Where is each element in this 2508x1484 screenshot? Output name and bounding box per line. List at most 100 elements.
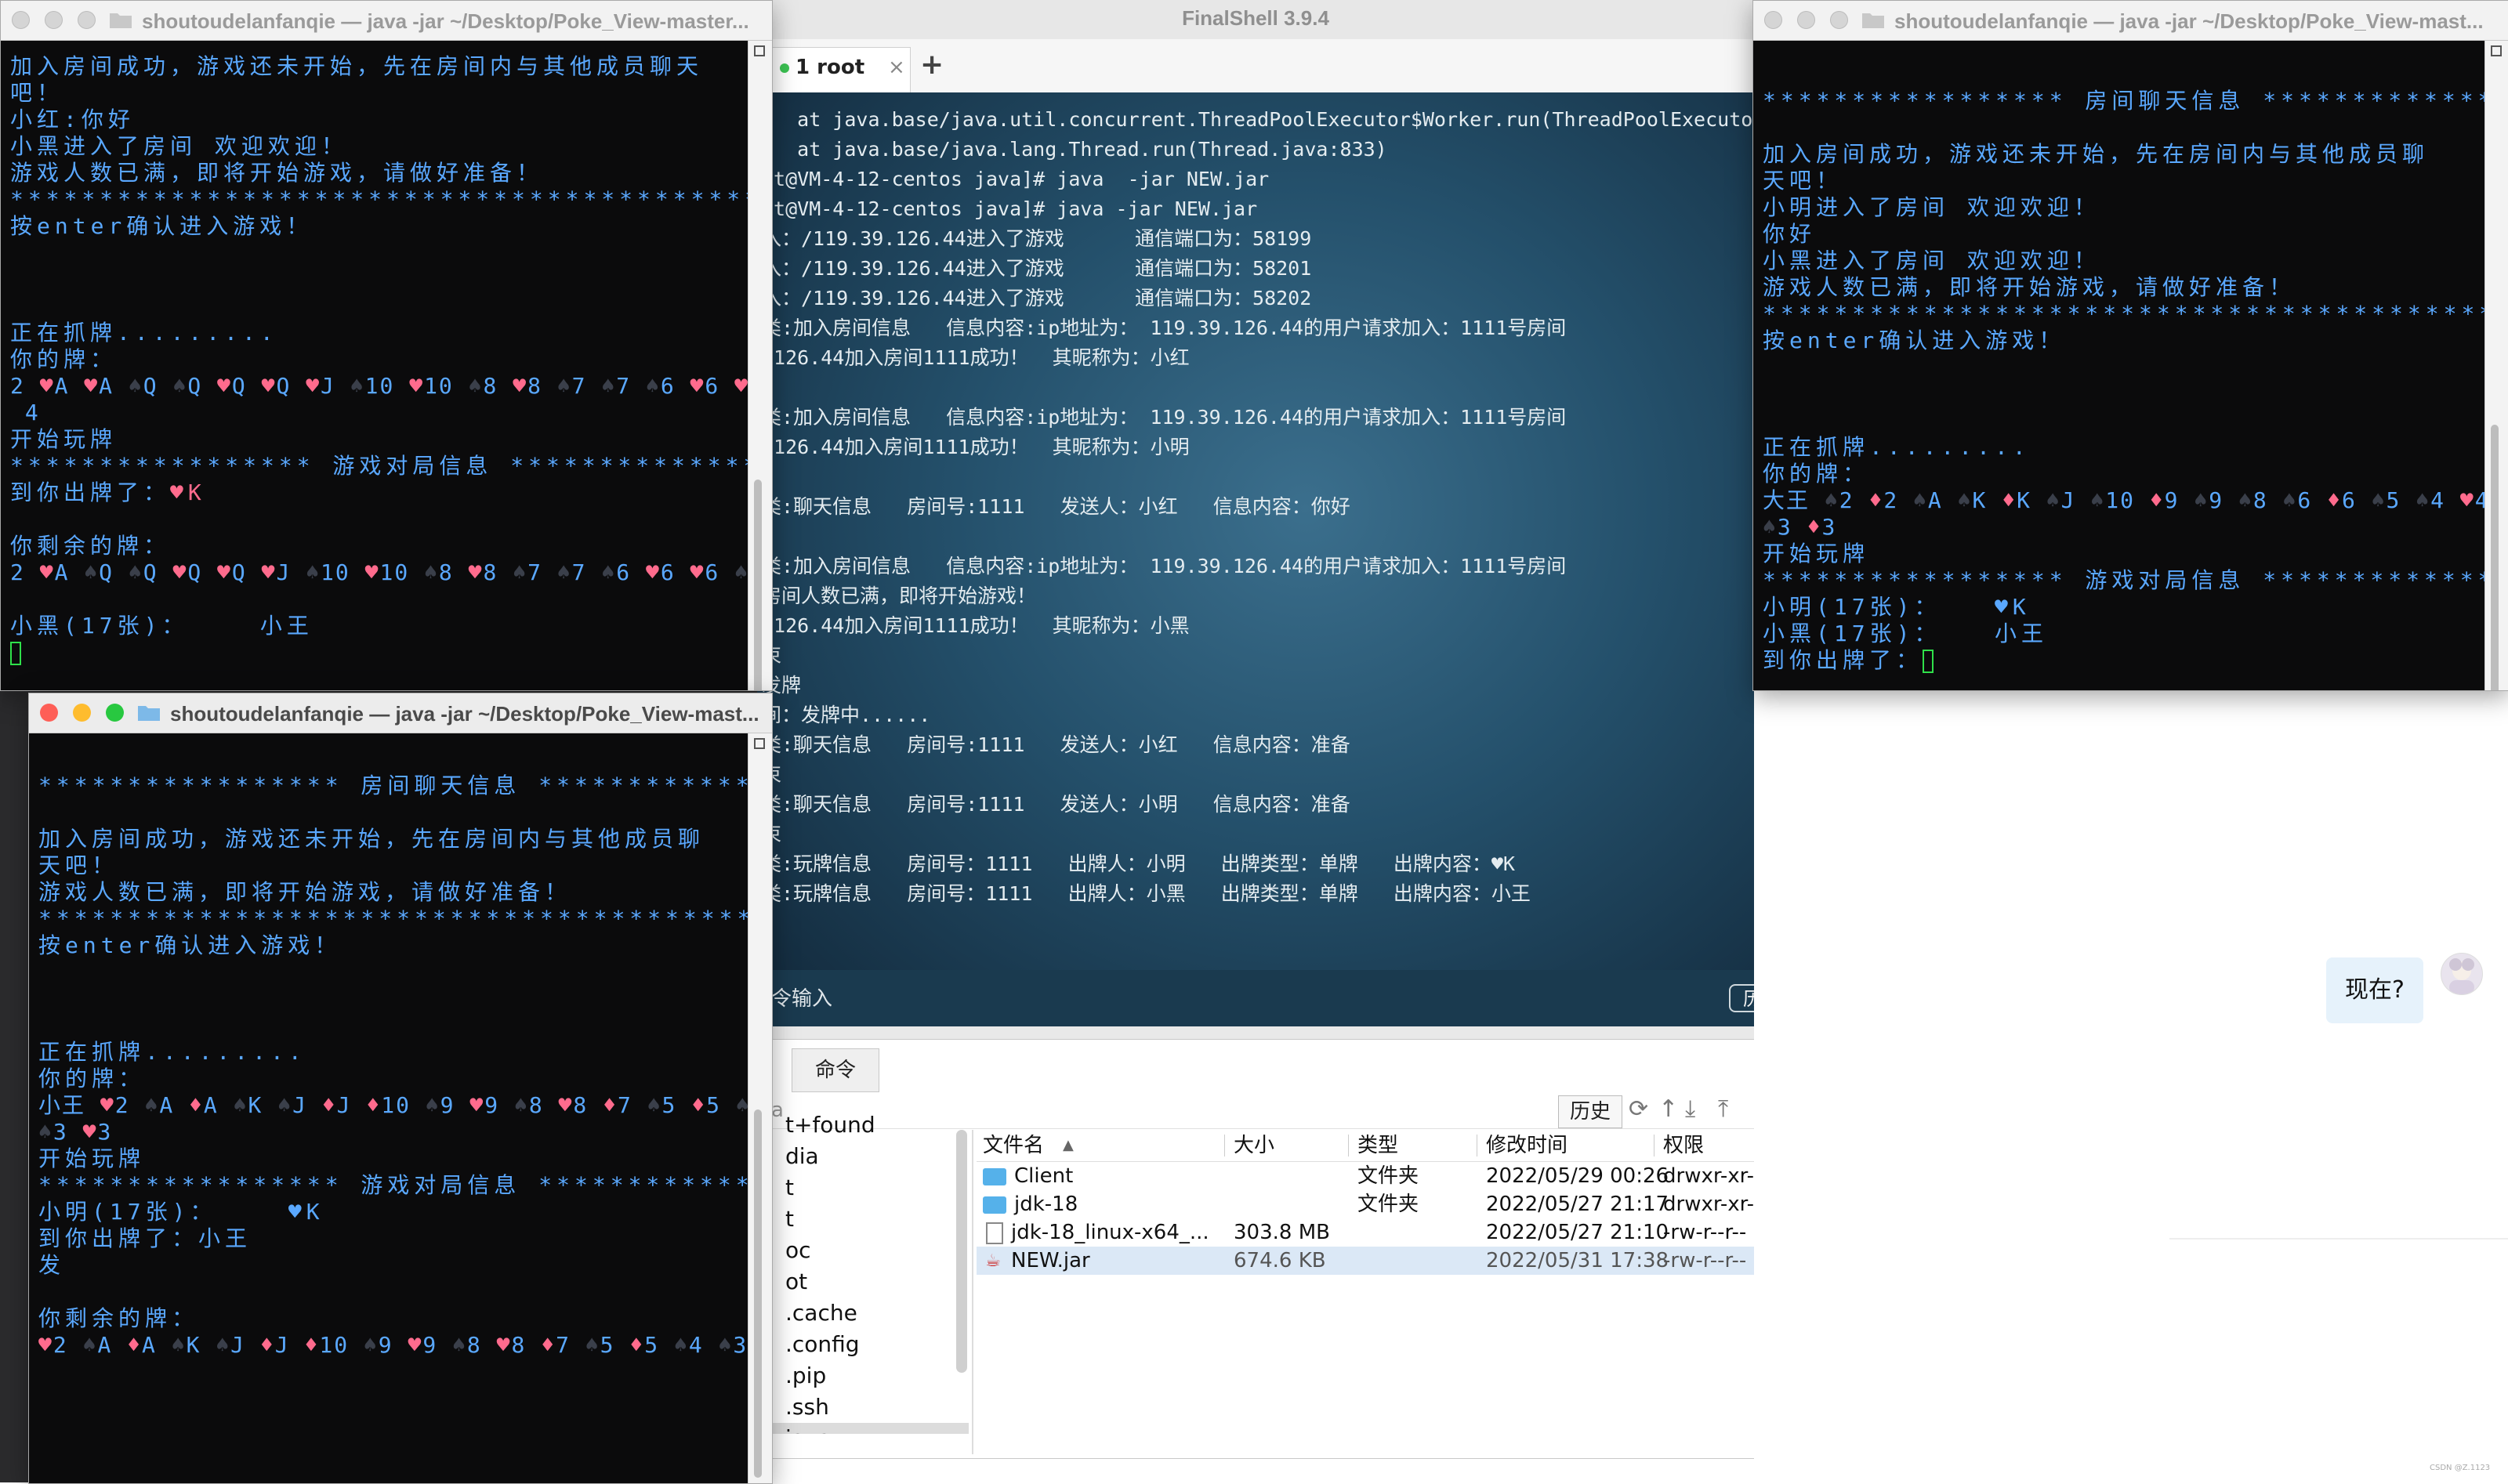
terminal-line: 类:加入房间信息 信息内容:ip地址为： 119.39.126.44的用户请求加… xyxy=(762,317,1567,339)
text-line: 到你出牌了： xyxy=(10,480,171,505)
text-line: 你的牌： xyxy=(38,1066,146,1091)
text-line: 按enter确认进入游戏！ xyxy=(1763,328,2066,353)
close-window-icon[interactable] xyxy=(40,704,58,722)
tree-item[interactable]: .cache xyxy=(768,1298,969,1329)
column-header[interactable]: 权限 xyxy=(1663,1130,1704,1161)
cards-line: 2 ♥A ♥A ♠Q ♠Q ♥Q ♥Q ♥J ♠10 ♥10 ♠8 ♥8 ♠7 … xyxy=(10,373,748,399)
tree-item[interactable]: t xyxy=(768,1203,969,1235)
terminal-line: 发牌 xyxy=(762,674,802,697)
column-header[interactable]: 类型 xyxy=(1357,1130,1398,1161)
column-header[interactable]: 文件名 xyxy=(983,1130,1044,1161)
tree-item[interactable]: .config xyxy=(768,1329,969,1360)
zoom-window-icon[interactable] xyxy=(78,11,96,29)
close-tab-icon[interactable]: × xyxy=(888,56,905,79)
file-type: 文件夹 xyxy=(1357,1193,1419,1216)
file-name: jdk-18_linux-x64_... xyxy=(1011,1221,1209,1244)
tree-item[interactable]: t xyxy=(768,1172,969,1203)
scroll-thumb[interactable] xyxy=(2491,425,2499,690)
tree-item[interactable]: oc xyxy=(768,1235,969,1266)
file-mtime: 2022/05/29 00:26 xyxy=(1486,1164,1669,1188)
terminal-window-right[interactable]: shoutoudelanfanqie — java -jar ~/Desktop… xyxy=(1752,0,2508,691)
connected-status-icon xyxy=(780,63,789,73)
cursor xyxy=(10,642,21,665)
tree-item[interactable]: .pip xyxy=(768,1360,969,1392)
text-line: ***************** 房间聊天信息 ***************… xyxy=(1763,88,2485,114)
tree-item[interactable]: dia xyxy=(768,1141,969,1172)
scrollbar[interactable] xyxy=(2484,41,2508,690)
terminal-window-left-top[interactable]: shoutoudelanfanqie — java -jar ~/Desktop… xyxy=(0,0,773,691)
text-line: ****************************************… xyxy=(38,906,748,932)
session-tab[interactable]: 1 root × xyxy=(770,47,911,92)
tree-item[interactable]: ot xyxy=(768,1266,969,1298)
terminal-line: 入：/119.39.126.44进入了游戏 通信端口为：58199 xyxy=(762,227,1312,250)
column-separator[interactable] xyxy=(1348,1135,1349,1156)
text-line: 按enter确认进入游戏！ xyxy=(38,932,342,958)
refresh-icon[interactable]: ⟳ xyxy=(1629,1095,1648,1123)
command-input-bar: 令输入 历史 选项 ⚡ ⧉ ⎘ ⌕ ⚙ ↓ ▭ xyxy=(757,970,2106,1026)
minimize-window-icon[interactable] xyxy=(1797,11,1815,29)
window-titlebar[interactable]: shoutoudelanfanqie — java -jar ~/Desktop… xyxy=(29,693,772,733)
finalshell-terminal[interactable]: at java.base/java.util.concurrent.Thread… xyxy=(757,92,1754,1017)
tree-scrollbar[interactable] xyxy=(956,1130,967,1373)
terminal-line: 入：/119.39.126.44进入了游戏 通信端口为：58201 xyxy=(762,257,1312,280)
file-perm: -rw-r--r-- xyxy=(1663,1249,1747,1272)
text-line: ***************** 游戏对局信息 ***************… xyxy=(1763,567,2485,593)
window-title: shoutoudelanfanqie — java -jar ~/Desktop… xyxy=(170,702,759,726)
text-line: 天吧！ xyxy=(38,852,119,878)
minimize-window-icon[interactable] xyxy=(73,704,91,722)
jar-file-icon: ☕ xyxy=(985,1251,1001,1271)
cards-line: 小王 ♥2 ♠A ♦A ♠K ♠J ♦J ♦10 ♠9 ♥9 ♠8 ♥8 ♦7 … xyxy=(38,1092,748,1118)
tree-item[interactable]: .ssh xyxy=(768,1392,969,1423)
command-input[interactable]: 令输入 xyxy=(771,983,832,1012)
finalshell-title: FinalShell 3.9.4 xyxy=(1182,6,1329,30)
file-perm: drwxr-xr-x xyxy=(1663,1193,1767,1216)
file-name-cell: jdk-18_linux-x64_... xyxy=(983,1218,1209,1247)
window-title: shoutoudelanfanqie — java -jar ~/Desktop… xyxy=(1894,9,2484,33)
chat-area xyxy=(1754,690,2508,1482)
tree-item[interactable]: t+found xyxy=(768,1109,969,1141)
text-line: 加入房间成功，游戏还未开始，先在房间内与其他成员聊 xyxy=(1763,141,2430,167)
zoom-window-icon[interactable] xyxy=(106,704,124,722)
close-window-icon[interactable] xyxy=(1764,11,1782,29)
window-titlebar[interactable]: shoutoudelanfanqie — java -jar ~/Desktop… xyxy=(1753,1,2508,41)
close-window-icon[interactable] xyxy=(12,11,30,29)
column-header[interactable]: 大小 xyxy=(1234,1130,1274,1161)
scroll-top-icon xyxy=(754,45,765,56)
text-line: 小明(17张)： ♥K xyxy=(38,1199,324,1225)
file-size: 674.6 KB xyxy=(1234,1249,1326,1272)
scrollbar[interactable] xyxy=(748,41,772,690)
column-separator[interactable] xyxy=(1224,1135,1225,1156)
add-tab-button[interactable]: + xyxy=(920,49,944,81)
upload-file-icon[interactable]: ⤒ xyxy=(1718,1095,1728,1123)
download-file-icon[interactable]: ⤓ xyxy=(1685,1095,1695,1123)
watermark: CSDN @Z.1123 xyxy=(2430,1464,2491,1472)
text-line: 你的牌： xyxy=(10,346,118,372)
avatar[interactable] xyxy=(2441,953,2483,995)
window-titlebar[interactable]: shoutoudelanfanqie — java -jar ~/Desktop… xyxy=(1,1,772,41)
terminal-line: ot@VM-4-12-centos java]# java -jar NEW.j… xyxy=(762,168,1270,190)
folder-icon xyxy=(983,1196,1006,1214)
parent-dir-icon[interactable]: ↑ xyxy=(1658,1095,1678,1123)
terminal-window-left-bottom[interactable]: shoutoudelanfanqie — java -jar ~/Desktop… xyxy=(28,693,773,1484)
tree-item[interactable]: java xyxy=(768,1423,969,1434)
text-line: 正在抓牌......... xyxy=(10,320,278,346)
path-history-button[interactable]: 历史 xyxy=(1558,1095,1622,1128)
text-line: 发 xyxy=(38,1252,66,1278)
zoom-window-icon[interactable] xyxy=(1830,11,1848,29)
scroll-thumb[interactable] xyxy=(754,480,762,690)
scrollbar[interactable] xyxy=(748,733,772,1483)
command-tab[interactable]: 命令 xyxy=(792,1048,879,1092)
minimize-window-icon[interactable] xyxy=(45,11,63,29)
terminal-line: at java.base/java.util.concurrent.Thread… xyxy=(762,108,1754,131)
scroll-thumb[interactable] xyxy=(754,1109,762,1478)
file-name-cell: Client xyxy=(983,1162,1073,1190)
scroll-top-icon xyxy=(754,738,765,749)
file-mtime: 2022/05/27 21:10 xyxy=(1486,1221,1669,1244)
column-header[interactable]: 修改时间 xyxy=(1486,1130,1568,1161)
terminal-line: 类:聊天信息 房间号:1111 发送人：小红 信息内容：准备 xyxy=(762,733,1350,756)
text-line: ***************** 游戏对局信息 ***************… xyxy=(38,1172,748,1198)
file-perm: -rw-r--r-- xyxy=(1663,1221,1747,1244)
cards-line: ♠3 ♥3 xyxy=(38,1119,113,1145)
